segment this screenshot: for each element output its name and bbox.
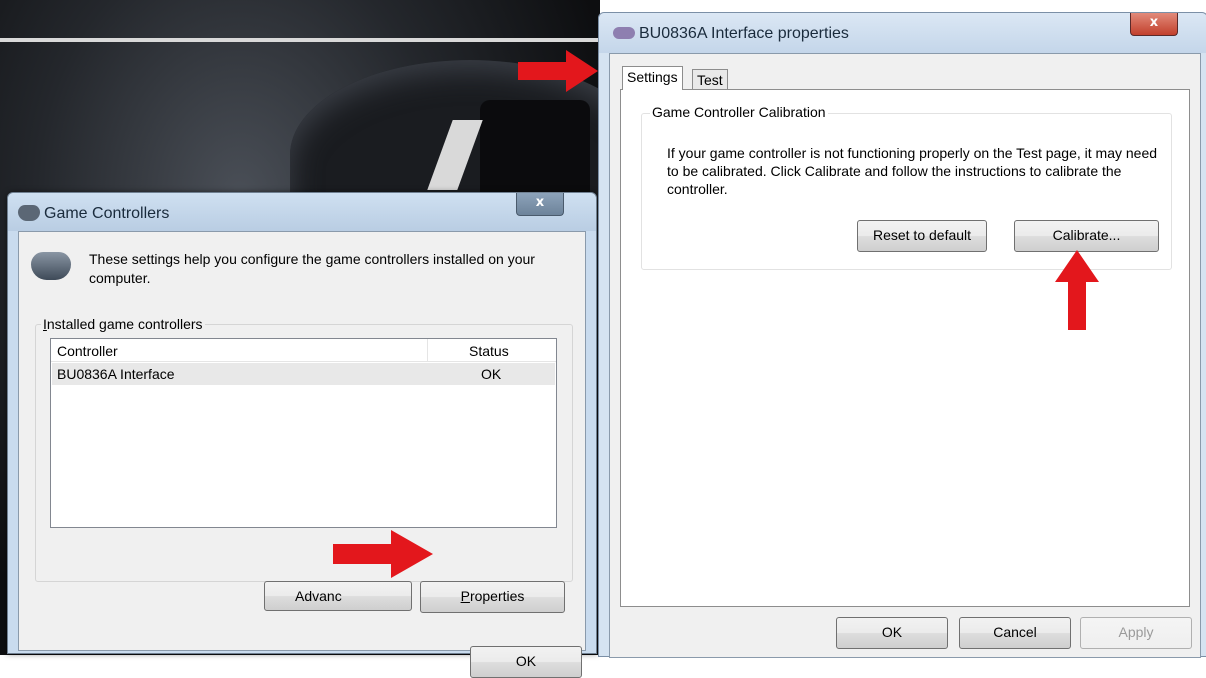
window-title: Game Controllers: [44, 205, 170, 222]
arrow-up-icon: [1055, 250, 1099, 330]
ok-button[interactable]: OK: [470, 646, 582, 678]
list-header: Controller Status: [51, 339, 556, 362]
interface-properties-window: BU0836A Interface properties x Settings …: [598, 12, 1206, 658]
calibration-description: If your game controller is not functioni…: [667, 145, 1158, 197]
apply-button[interactable]: Apply: [1080, 617, 1192, 649]
controller-name: BU0836A Interface: [57, 366, 175, 382]
calibrate-button[interactable]: Calibrate...: [1014, 220, 1159, 252]
properties-button[interactable]: Properties: [420, 581, 565, 613]
column-header-controller[interactable]: Controller: [57, 343, 118, 359]
reset-to-default-button[interactable]: Reset to default: [857, 220, 987, 252]
column-header-status[interactable]: Status: [469, 343, 509, 359]
group-label: Installed game controllers: [41, 316, 205, 332]
cancel-button[interactable]: Cancel: [959, 617, 1071, 649]
group-label: Game Controller Calibration: [650, 104, 828, 120]
arrow-right-icon: [518, 50, 598, 92]
intro-text: These settings help you configure the ga…: [89, 251, 535, 286]
tab-settings[interactable]: Settings: [622, 66, 683, 90]
list-item[interactable]: BU0836A Interface OK: [52, 363, 555, 385]
dialog-body: Settings Test Game Controller Calibratio…: [609, 53, 1201, 658]
title-bar[interactable]: BU0836A Interface properties x: [599, 13, 1206, 53]
column-divider[interactable]: [427, 339, 428, 361]
dialog-body: These settings help you configure the ga…: [18, 231, 586, 678]
close-button[interactable]: x: [1130, 13, 1178, 36]
background-stripe: [0, 38, 600, 42]
tab-test[interactable]: Test: [692, 69, 728, 91]
window-title: BU0836A Interface properties: [639, 25, 849, 42]
game-controllers-window: Game Controllers x These settings help y…: [7, 192, 597, 678]
advanced-button[interactable]: Advanc: [264, 581, 412, 611]
controller-status: OK: [481, 366, 502, 382]
arrow-right-icon: [333, 530, 433, 578]
title-bar[interactable]: Game Controllers x: [8, 193, 596, 231]
close-button[interactable]: x: [516, 193, 564, 216]
settings-panel: Game Controller Calibration If your game…: [620, 89, 1190, 607]
joystick-icon: [613, 27, 635, 39]
ok-button[interactable]: OK: [836, 617, 948, 649]
gamepad-icon: [31, 252, 71, 280]
controller-list[interactable]: Controller Status BU0836A Interface OK: [50, 338, 557, 528]
gamepad-icon: [18, 205, 40, 221]
